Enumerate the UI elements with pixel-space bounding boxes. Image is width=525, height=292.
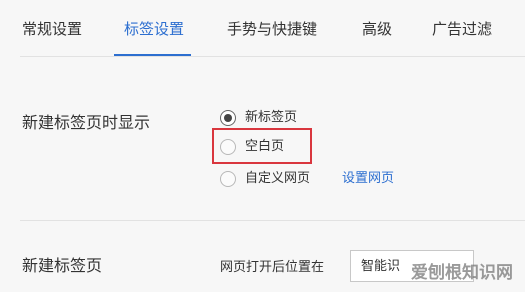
- open-position-label: 网页打开后位置在: [220, 260, 325, 275]
- radio-label-custom-page[interactable]: 自定义网页: [245, 169, 310, 189]
- new-tab-display-label: 新建标签页时显示: [22, 113, 151, 132]
- section-divider: [20, 220, 525, 221]
- tab-bar-divider: [20, 56, 525, 57]
- radio-button[interactable]: [220, 171, 236, 187]
- set-custom-page-link[interactable]: 设置网页: [342, 169, 394, 189]
- radio-label-new-tab-page[interactable]: 新标签页: [245, 108, 297, 128]
- tab-tab-settings[interactable]: 标签设置: [124, 19, 184, 39]
- tab-ad-filter[interactable]: 广告过滤: [432, 19, 492, 39]
- tab-general[interactable]: 常规设置: [22, 19, 82, 39]
- tab-advanced[interactable]: 高级: [362, 19, 392, 39]
- tab-gestures-shortcuts[interactable]: 手势与快捷键: [227, 19, 317, 39]
- new-tab-section-label: 新建标签页: [22, 256, 103, 275]
- highlight-annotation-box: [212, 128, 312, 164]
- settings-tab-bar: 常规设置 标签设置 手势与快捷键 高级 广告过滤: [0, 0, 525, 56]
- watermark-text: 爱刨根知识网: [411, 263, 513, 283]
- open-position-select-value: 智能识: [361, 259, 401, 274]
- radio-button-checked[interactable]: [220, 110, 236, 126]
